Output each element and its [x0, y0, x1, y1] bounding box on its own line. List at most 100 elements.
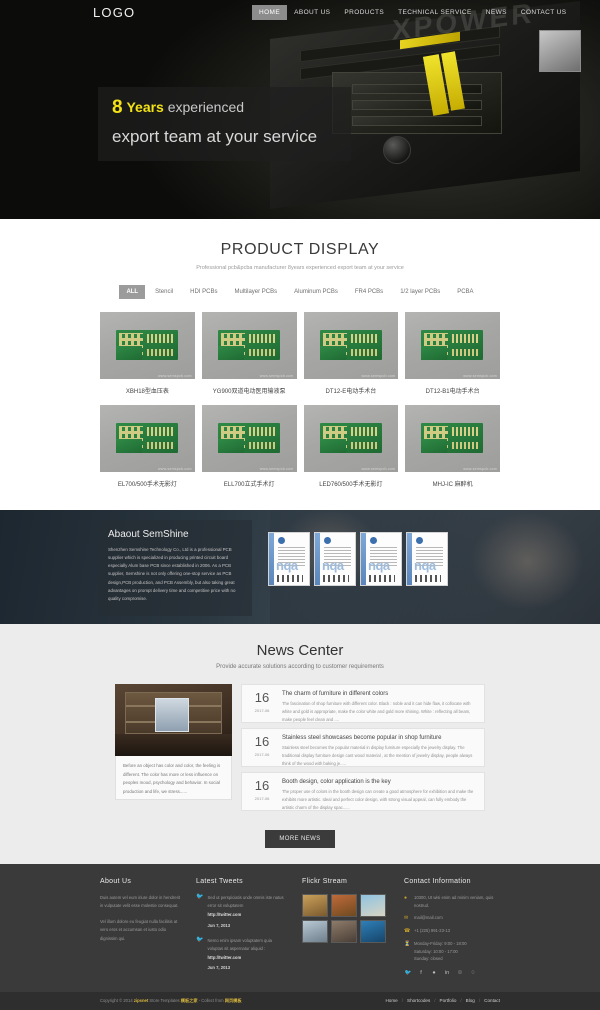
- twitter-icon[interactable]: 🐦: [404, 969, 412, 977]
- linkedin-icon[interactable]: in: [443, 969, 451, 977]
- header-bar: LOGO HOME ABOUT US PRODUCTS TECHNICAL SE…: [0, 0, 600, 26]
- product-thumbnail[interactable]: www.semspcb.com: [100, 312, 195, 379]
- product-card[interactable]: www.semspcb.com LED760/500手术无影灯: [303, 405, 399, 492]
- nav-item-technical-service[interactable]: TECHNICAL SERVICE: [391, 5, 479, 20]
- product-thumbnail[interactable]: www.semspcb.com: [201, 405, 297, 472]
- nav-item-contact-us[interactable]: CONTACT US: [514, 5, 574, 20]
- news-item-title[interactable]: Stainless steel showcases become popular…: [282, 735, 477, 741]
- flickr-thumbnail[interactable]: [331, 920, 357, 943]
- product-card[interactable]: www.semspcb.com EL700/500手术无影灯: [100, 405, 195, 492]
- filter-fr4-pcbs[interactable]: FR4 PCBs: [348, 285, 390, 299]
- product-caption: DT12-B1电动手术台: [425, 389, 480, 395]
- news-feature-caption: Before an object has color and color, th…: [115, 756, 232, 800]
- product-display-section: PRODUCT DISPLAY Professional pcb&pcba ma…: [0, 219, 600, 510]
- product-card[interactable]: www.semspcb.com DT12-B1电动手术台: [405, 312, 500, 399]
- news-body: The charm of furniture in different colo…: [282, 691, 477, 722]
- product-card[interactable]: www.semspcb.com YG900双道电动医用输液泵: [201, 312, 297, 399]
- certificate-item[interactable]: nqa: [360, 532, 402, 586]
- tweet-item[interactable]: 🐦 Nemo enim ipsam voluptatem quia volupt…: [196, 937, 288, 973]
- filter-multilayer-pcbs[interactable]: Multilayer PCBs: [227, 285, 284, 299]
- footer-link-home[interactable]: Home: [385, 998, 397, 1003]
- copyright-tail[interactable]: 网页模板: [225, 998, 242, 1003]
- footer-link-blog[interactable]: Blog: [466, 998, 475, 1003]
- certificate-brand: nqa: [322, 558, 344, 573]
- pcb-pads: [220, 333, 245, 355]
- flickr-thumbnail[interactable]: [302, 920, 328, 943]
- pcb-pads: [248, 334, 277, 343]
- pcb-image: [319, 423, 382, 453]
- filter-hdi-pcbs[interactable]: HDI PCBs: [183, 285, 224, 299]
- tweet-link[interactable]: http://twitter.com: [207, 911, 288, 919]
- news-list-item[interactable]: 16 2017-06 The charm of furniture in dif…: [241, 684, 485, 723]
- flickr-thumbnail[interactable]: [302, 894, 328, 917]
- google-plus-icon[interactable]: ☉: [456, 969, 464, 977]
- nav-item-about-us[interactable]: ABOUT US: [287, 5, 337, 20]
- phone-icon: ☎: [404, 928, 411, 935]
- flickr-thumbnail[interactable]: [331, 894, 357, 917]
- tweet-date: Jun 7, 2013: [207, 922, 231, 928]
- product-caption: ELL700立式手术灯: [223, 482, 275, 488]
- flickr-icon[interactable]: ●: [430, 969, 438, 977]
- product-card[interactable]: www.semspcb.com DT12-E电动手术台: [303, 312, 399, 399]
- hours-line-2: Saturday: 10:00 - 17:00: [414, 948, 458, 954]
- product-card[interactable]: www.semspcb.com XBH18型血压表: [100, 312, 195, 399]
- footer-about-heading: About Us: [100, 878, 132, 885]
- pcb-pads: [147, 334, 175, 343]
- certificate-item[interactable]: nqa: [406, 532, 448, 586]
- facebook-icon[interactable]: f: [417, 969, 425, 977]
- certificate-item[interactable]: nqa: [314, 532, 356, 586]
- news-feature-image[interactable]: [115, 684, 232, 756]
- clock-icon: ⏳: [404, 941, 411, 948]
- product-thumbnail[interactable]: www.semspcb.com: [405, 312, 500, 379]
- rss-icon[interactable]: ♢: [469, 969, 477, 977]
- copyright-brand[interactable]: zipsnet: [134, 998, 148, 1003]
- filter-aluminum-pcbs[interactable]: Aluminum PCBs: [287, 285, 345, 299]
- copyright-suffix: - Collect from: [197, 997, 225, 1003]
- hero-line-2: export team at your service: [112, 127, 318, 146]
- nav-item-home[interactable]: HOME: [252, 5, 288, 20]
- news-feature[interactable]: Before an object has color and color, th…: [115, 684, 232, 816]
- board-knob: [383, 136, 411, 164]
- filter-stencil[interactable]: Stencil: [148, 285, 180, 299]
- contact-email-row[interactable]: ✉ mail@mail.com: [404, 914, 500, 922]
- footer-link-shortcodes[interactable]: Shortcodes: [407, 998, 430, 1003]
- pcb-image: [217, 423, 280, 453]
- news-day: 16: [254, 734, 270, 749]
- nav-item-products[interactable]: PRODUCTS: [337, 5, 391, 20]
- contact-email[interactable]: mail@mail.com: [414, 914, 443, 922]
- product-filter-bar: ALL Stencil HDI PCBs Multilayer PCBs Alu…: [0, 285, 600, 299]
- more-news-button[interactable]: MORE NEWS: [265, 830, 335, 848]
- tweet-item[interactable]: 🐦 Sed ut perspiciatis unde omnis iste na…: [196, 894, 288, 930]
- copyright-prefix: Copyright © 2014: [100, 997, 134, 1003]
- filter-pcba[interactable]: PCBA: [450, 285, 480, 299]
- footer-link-contact[interactable]: Contact: [484, 998, 500, 1003]
- filter-1-2-layer-pcbs[interactable]: 1/2 layer PCBs: [393, 285, 447, 299]
- copyright-highlight[interactable]: 模板之家: [181, 998, 198, 1003]
- certificate-item[interactable]: nqa: [268, 532, 310, 586]
- site-logo[interactable]: LOGO: [93, 5, 135, 20]
- flickr-thumbnail[interactable]: [360, 920, 386, 943]
- news-list-item[interactable]: 16 2017-06 Booth design, color applicati…: [241, 772, 485, 811]
- product-thumbnail[interactable]: www.semspcb.com: [303, 312, 399, 379]
- product-card[interactable]: www.semspcb.com MHJ-IC 麻醉机: [405, 405, 500, 492]
- product-thumbnail[interactable]: www.semspcb.com: [100, 405, 195, 472]
- tweet-link[interactable]: http://twitter.com: [207, 954, 288, 962]
- product-thumbnail[interactable]: www.semspcb.com: [201, 312, 297, 379]
- link-separator: /: [460, 998, 462, 1003]
- news-item-title[interactable]: Booth design, color application is the k…: [282, 779, 477, 785]
- product-thumbnail[interactable]: www.semspcb.com: [303, 405, 399, 472]
- product-card[interactable]: www.semspcb.com ELL700立式手术灯: [201, 405, 297, 492]
- contact-hours: Monday-Friday: 9:00 - 18:00 Saturday: 10…: [414, 940, 467, 963]
- news-content: Before an object has color and color, th…: [115, 684, 485, 816]
- product-caption: DT12-E电动手术台: [325, 389, 377, 395]
- footer-link-portfolio[interactable]: Portfolio: [440, 998, 457, 1003]
- contact-hours-row: ⏳ Monday-Friday: 9:00 - 18:00 Saturday: …: [404, 940, 500, 963]
- flickr-thumbnail[interactable]: [360, 894, 386, 917]
- filter-all[interactable]: ALL: [119, 285, 146, 299]
- nav-item-news[interactable]: NEWS: [479, 5, 514, 20]
- certificate-brand: nqa: [414, 558, 436, 573]
- product-thumbnail[interactable]: www.semspcb.com: [405, 405, 500, 472]
- news-list-item[interactable]: 16 2017-06 Stainless steel showcases bec…: [241, 728, 485, 767]
- pcb-pads: [322, 333, 347, 355]
- news-item-title[interactable]: The charm of furniture in different colo…: [282, 691, 477, 697]
